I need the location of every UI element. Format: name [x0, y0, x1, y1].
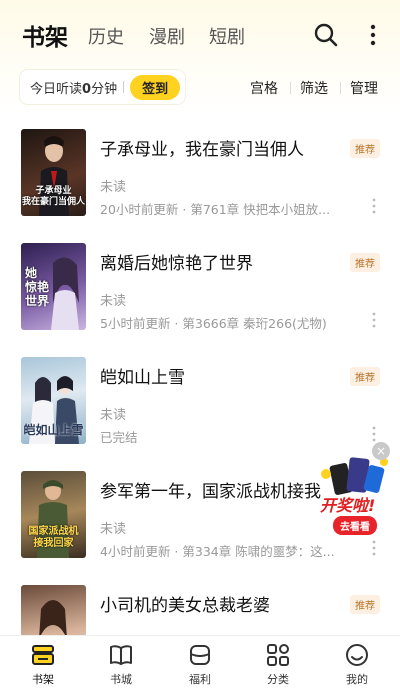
recommend-badge: 推荐 [350, 139, 380, 158]
bottom-nav-label: 分类 [267, 673, 289, 686]
divider [290, 82, 291, 94]
cover-title: 国家派战机 接我回家 [28, 526, 79, 549]
bottom-nav-bookstore[interactable]: 书城 [91, 642, 151, 687]
bottom-nav-label: 书架 [32, 673, 54, 686]
more-options-icon[interactable] [371, 312, 377, 328]
book-title[interactable]: 皑如山上雪 [100, 363, 185, 388]
tab-comic-drama[interactable]: 漫剧 [149, 23, 185, 49]
manage-button[interactable]: 管理 [350, 78, 378, 98]
more-options-icon[interactable] [371, 198, 377, 214]
update-info: 5小时前更新 · 第3666章 秦珩266(尤物) [100, 316, 327, 331]
read-status: 未读 [100, 294, 127, 309]
ad-title[interactable]: 开奖啦! [320, 492, 375, 516]
bottom-nav-label: 我的 [346, 673, 368, 686]
search-icon[interactable] [313, 22, 339, 48]
tab-bookshelf[interactable]: 书架 [20, 18, 68, 52]
close-icon[interactable]: × [372, 442, 390, 460]
bottom-nav: 书架 书城 福利 分类 我的 [0, 635, 400, 693]
grid-icon [267, 644, 289, 666]
grid-view-button[interactable]: 宫格 [250, 78, 278, 98]
recommend-badge: 推荐 [350, 367, 380, 386]
recommend-badge: 推荐 [350, 253, 380, 272]
more-options-icon[interactable] [371, 540, 377, 556]
book-item[interactable]: 子承母业 我在豪门当佣人 子承母业，我在豪门当佣人 推荐 未读 20小时前更新 ·… [0, 129, 400, 243]
update-info: 已完结 [100, 430, 138, 445]
read-status: 未读 [100, 408, 127, 423]
bookshelf-icon [32, 645, 54, 665]
tab-bookshelf-label: 书架 [22, 25, 68, 51]
book-title[interactable]: 离婚后她惊艳了世界 [100, 249, 253, 274]
book-title[interactable]: 小司机的美女总裁老婆 [100, 591, 270, 616]
book-cover[interactable]: 国家派战机 接我回家 [21, 471, 86, 558]
divider [340, 82, 341, 94]
book-open-icon [110, 645, 132, 665]
book-cover[interactable]: 皑如山上雪 [21, 357, 86, 444]
read-status: 未读 [100, 522, 127, 537]
bottom-nav-label: 书城 [110, 673, 132, 686]
cover-title: 她惊艳 世界 [25, 266, 50, 308]
bottom-nav-category[interactable]: 分类 [248, 642, 308, 687]
listen-time-text: 今日听读0分钟 [30, 81, 118, 97]
filter-button[interactable]: 筛选 [300, 78, 328, 98]
bottom-nav-welfare[interactable]: 福利 [170, 642, 230, 687]
bottom-nav-label: 福利 [189, 673, 211, 686]
bottom-nav-bookshelf[interactable]: 书架 [13, 642, 73, 687]
cover-title: 皑如山上雪 [23, 423, 84, 437]
update-info: 4小时前更新 · 第334章 陈啸的噩梦：这... [100, 544, 335, 559]
book-cover[interactable]: 子承母业 我在豪门当佣人 [21, 129, 86, 216]
read-status: 未读 [100, 180, 127, 195]
tab-history[interactable]: 历史 [88, 23, 124, 49]
smile-user-icon [346, 644, 368, 666]
book-cover[interactable]: 她惊艳 世界 [21, 243, 86, 330]
update-info: 20小时前更新 · 第761章 快把本小姐放... [100, 202, 331, 217]
tab-short-drama[interactable]: 短剧 [209, 23, 245, 49]
more-options-icon[interactable] [371, 426, 377, 442]
ad-go-button[interactable]: 去看看 [333, 516, 377, 535]
top-nav: 书架 历史 漫剧 短剧 [0, 14, 400, 58]
book-title[interactable]: 子承母业，我在豪门当佣人 [100, 135, 304, 160]
recommend-badge: 推荐 [350, 595, 380, 614]
book-item[interactable]: 她惊艳 世界 离婚后她惊艳了世界 推荐 未读 5小时前更新 · 第3666章 秦珩… [0, 243, 400, 357]
signin-button[interactable]: 签到 [130, 74, 181, 100]
more-vertical-icon[interactable] [366, 22, 380, 48]
listen-time-card: 今日听读0分钟 签到 [20, 70, 185, 104]
cover-title: 子承母业 我在豪门当佣人 [21, 186, 85, 207]
gift-box-icon [190, 645, 210, 665]
book-title[interactable]: 参军第一年，国家派战机接我 [100, 477, 321, 502]
divider [123, 81, 125, 93]
bottom-nav-profile[interactable]: 我的 [327, 642, 387, 687]
